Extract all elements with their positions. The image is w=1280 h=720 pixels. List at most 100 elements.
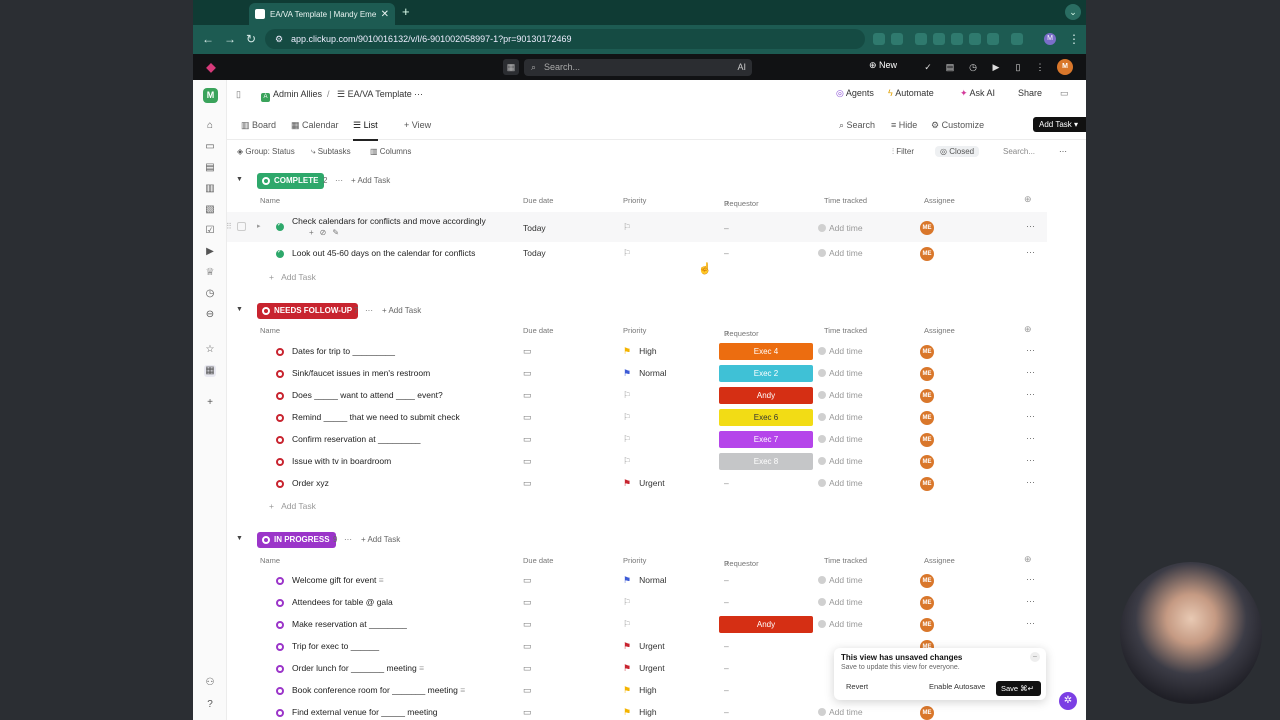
due-date[interactable]: Today — [523, 223, 546, 233]
priority-cell[interactable]: ⚐ — [623, 248, 639, 259]
priority-cell[interactable]: ⚑ Normal — [623, 575, 666, 586]
extension-icon[interactable] — [987, 33, 999, 45]
task-row[interactable]: Dates for trip to _________ ▭ ⚑ High Exec… — [227, 341, 1047, 363]
requestor-tag[interactable]: Andy — [719, 387, 813, 404]
customize-button[interactable]: ⚙ Customize — [931, 120, 984, 131]
group-more-button[interactable]: ··· — [344, 535, 352, 544]
group-by-chip[interactable]: ◈ Group: Status — [237, 147, 295, 156]
col-time[interactable]: Time tracked — [824, 326, 867, 335]
group-add-task-button[interactable]: + Add Task — [351, 176, 390, 185]
add-task-row[interactable]: + Add Task — [269, 501, 316, 511]
task-name[interactable]: Look out 45-60 days on the calendar for … — [292, 248, 475, 258]
workspace-avatar[interactable]: M — [203, 88, 218, 103]
col-due[interactable]: Due date — [523, 326, 553, 335]
extension-icon[interactable] — [969, 33, 981, 45]
status-icon[interactable] — [276, 392, 284, 400]
assignee-avatar[interactable]: ME — [920, 221, 934, 235]
status-icon[interactable] — [276, 599, 284, 607]
priority-cell[interactable]: ⚑ Normal — [623, 368, 666, 379]
add-task-row[interactable]: + Add Task — [269, 272, 316, 282]
task-row[interactable]: Look out 45-60 days on the calendar for … — [227, 243, 1047, 265]
assignee-avatar[interactable]: ME — [920, 618, 934, 632]
task-name[interactable]: Trip for exec to ______ — [292, 641, 379, 651]
new-tab-button[interactable]: + — [402, 4, 410, 19]
status-icon[interactable] — [276, 480, 284, 488]
task-name[interactable]: Order xyz — [292, 478, 329, 488]
global-search[interactable]: ⌕ Search... AI — [524, 59, 752, 76]
task-row[interactable]: Attendees for table @ gala ▭ ⚐ – Add tim… — [227, 592, 1047, 614]
ai-button[interactable]: AI — [737, 59, 746, 76]
assignee-avatar[interactable]: ME — [920, 596, 934, 610]
add-view-button[interactable]: + View — [404, 120, 431, 130]
task-row[interactable]: Confirm reservation at _________ ▭ ⚐ Exe… — [227, 429, 1047, 451]
task-row[interactable]: Order xyz ▭ ⚑ Urgent – Add time ME ··· — [227, 473, 1047, 495]
row-more-button[interactable]: ··· — [1026, 455, 1035, 465]
priority-cell[interactable]: ⚑ Urgent — [623, 641, 665, 652]
drag-handle-icon[interactable]: ⠿ — [226, 222, 232, 231]
time-tracked[interactable]: Add time — [818, 619, 863, 629]
add-task-button[interactable]: Add Task ▾ — [1033, 117, 1086, 132]
goals-icon[interactable]: ♕ — [204, 267, 216, 279]
group-add-task-button[interactable]: + Add Task — [382, 306, 421, 315]
time-tracked[interactable]: Add time — [818, 248, 863, 258]
reload-icon[interactable]: ↻ — [246, 32, 256, 46]
priority-cell[interactable]: ⚑ High — [623, 346, 657, 357]
task-row[interactable]: Find external venue for _____ meeting ▭ … — [227, 702, 1047, 720]
timesheets-icon[interactable]: ◷ — [204, 288, 216, 300]
enable-autosave-button[interactable]: Enable Autosave — [929, 682, 985, 691]
filter-chip[interactable]: ⫶ Filter — [892, 147, 914, 157]
add-column-icon[interactable]: ⊕ — [1024, 324, 1032, 335]
calendar-icon[interactable]: ▭ — [523, 707, 532, 718]
tab-list[interactable]: ☰ List — [353, 120, 378, 141]
priority-cell[interactable]: ⚑ High — [623, 685, 657, 696]
priority-cell[interactable]: ⚐ — [623, 456, 639, 467]
doc-icon[interactable]: ▯ — [1012, 61, 1024, 73]
assignee-avatar[interactable]: ME — [920, 477, 934, 491]
task-row[interactable]: Welcome gift for event ≡ ▭ ⚑ Normal – Add… — [227, 570, 1047, 592]
assignee-avatar[interactable]: ME — [920, 367, 934, 381]
calendar-icon[interactable]: ▭ — [523, 390, 532, 401]
status-icon[interactable] — [276, 221, 284, 231]
calendar-icon[interactable]: ▭ — [523, 346, 532, 357]
requestor-tag[interactable]: Exec 2 — [719, 365, 813, 382]
task-row[interactable]: Sink/faucet issues in men's restroom ▭ ⚑… — [227, 363, 1047, 385]
priority-cell[interactable]: ⚑ Urgent — [623, 663, 665, 674]
group-more-button[interactable]: ··· — [335, 176, 343, 185]
add-column-icon[interactable]: ⊕ — [1024, 554, 1032, 565]
agents-button[interactable]: ◎ Agents — [836, 88, 874, 99]
task-row[interactable]: Remind _____ that we need to submit chec… — [227, 407, 1047, 429]
favorites-star-icon[interactable]: ☆ — [204, 344, 216, 356]
automate-button[interactable]: ϟ Automate — [888, 88, 934, 98]
time-tracked[interactable]: Add time — [818, 575, 863, 585]
ai-assistant-fab-icon[interactable]: ✲ — [1059, 692, 1077, 710]
time-tracked[interactable]: Add time — [818, 707, 863, 717]
task-name[interactable]: Sink/faucet issues in men's restroom — [292, 368, 430, 378]
requestor-cell[interactable]: – — [724, 223, 729, 233]
url-field[interactable]: ⚙ app.clickup.com/9010016132/v/l/6-90100… — [265, 29, 865, 49]
status-icon[interactable] — [276, 458, 284, 466]
extension-icon[interactable] — [891, 33, 903, 45]
row-checkbox[interactable] — [237, 222, 246, 231]
requestor-cell[interactable]: – — [724, 641, 729, 651]
requestor-cell[interactable]: – — [724, 597, 729, 607]
task-row[interactable]: Issue with tv in boardroom ▭ ⚐ Exec 8 Ad… — [227, 451, 1047, 473]
apps-grid-icon[interactable]: ⋮ — [1034, 61, 1046, 73]
col-time[interactable]: Time tracked — [824, 556, 867, 565]
requestor-cell[interactable]: – — [724, 248, 729, 258]
comments-icon[interactable]: ▭ — [1060, 88, 1069, 99]
tab-calendar[interactable]: ▦ Calendar — [291, 120, 339, 131]
col-priority[interactable]: Priority — [623, 196, 646, 205]
row-more-button[interactable]: ··· — [1026, 574, 1035, 584]
status-badge[interactable]: COMPLETE — [257, 173, 325, 189]
priority-cell[interactable]: ⚑ Urgent — [623, 478, 665, 489]
subtasks-chip[interactable]: ⤷ Subtasks — [311, 147, 351, 157]
status-badge[interactable]: NEEDS FOLLOW-UP — [257, 303, 359, 319]
calendar-icon[interactable]: ▭ — [523, 368, 532, 379]
spaces-grid-icon[interactable]: ▦ — [204, 365, 216, 377]
time-tracked[interactable]: Add time — [818, 434, 863, 444]
docs-icon[interactable]: ▤ — [204, 162, 216, 174]
home-icon[interactable]: ⌂ — [204, 120, 216, 132]
time-tracked[interactable]: Add time — [818, 456, 863, 466]
task-name[interactable]: Welcome gift for event ≡ — [292, 575, 384, 585]
extensions-puzzle-icon[interactable] — [1011, 33, 1023, 45]
